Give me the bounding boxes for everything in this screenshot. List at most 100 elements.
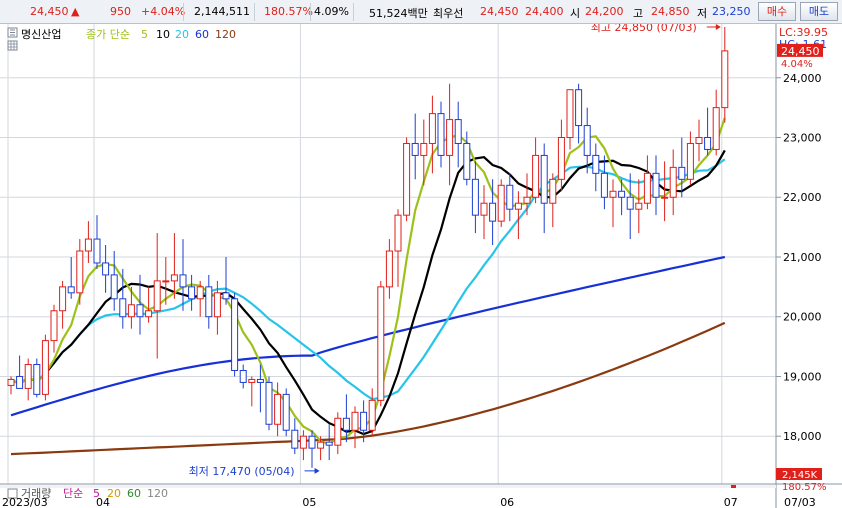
candle-body xyxy=(609,190,617,198)
candle-body xyxy=(205,286,213,318)
x-tick-label: 05 xyxy=(302,496,316,508)
grid-toggle-icon[interactable] xyxy=(7,40,18,51)
candle-body xyxy=(446,119,454,156)
volume-ma120: 120 xyxy=(147,487,168,500)
candle-body xyxy=(127,304,135,318)
candle-body xyxy=(678,166,686,180)
candle-body xyxy=(248,378,256,383)
candle-body xyxy=(506,184,514,210)
candle-body xyxy=(179,274,187,288)
y-tick-label: 23,000 xyxy=(783,132,822,145)
sell-button[interactable]: 매도 xyxy=(800,2,838,21)
high-label: 고 xyxy=(633,7,644,20)
candle-body xyxy=(360,411,368,431)
candle-body xyxy=(50,310,58,342)
candle-body xyxy=(145,310,153,318)
legend-ma120: 120 xyxy=(215,28,236,41)
candle-body xyxy=(213,292,221,318)
trade-amount: 51,524백만 xyxy=(369,7,428,20)
candle-body xyxy=(342,417,350,431)
best-ask-price: 24,450 xyxy=(480,5,519,18)
y-tick-label: 18,000 xyxy=(783,430,822,443)
candle-body xyxy=(540,154,548,204)
candle-body xyxy=(471,178,479,216)
volume: 2,144,511 xyxy=(194,5,250,18)
candle-body xyxy=(721,50,729,109)
candle-body xyxy=(222,292,230,300)
candle-body xyxy=(420,142,428,156)
low-annotation-text: 최저 17,470 (05/04) xyxy=(189,465,295,478)
candle-body xyxy=(351,411,359,431)
candle-body xyxy=(274,393,282,425)
candle-body xyxy=(411,142,419,156)
quote-bar: 24,450 ▲ 950 +4.04% 2,144,511 180.57% 4.… xyxy=(0,0,842,24)
x-tick-label: 06 xyxy=(500,496,514,508)
volume-ratio: 180.57% xyxy=(264,5,313,18)
current-price-label: 24,450 xyxy=(781,45,820,58)
current-change-label: 4.04% xyxy=(781,59,813,70)
turnover-rate: 4.09% xyxy=(314,5,349,18)
candle-body xyxy=(110,274,118,300)
stock-name: 명신산업 xyxy=(21,28,61,41)
volume-ma-prefix: 단순 xyxy=(63,487,83,500)
divider xyxy=(353,3,354,21)
best-bid-price: 24,400 xyxy=(525,5,564,18)
candle-body xyxy=(704,137,712,150)
y-tick-label: 19,000 xyxy=(783,370,822,383)
candle-body xyxy=(7,378,15,386)
candle-body xyxy=(16,375,24,389)
candle-body xyxy=(334,417,342,446)
volume-ratio-label: 180.57% xyxy=(782,482,827,493)
candle-body xyxy=(497,184,505,222)
candle-body xyxy=(592,154,600,174)
y-tick-label: 24,000 xyxy=(783,72,822,85)
candle-body xyxy=(265,381,273,425)
legend-ma5: 5 xyxy=(141,28,148,41)
candle-body xyxy=(368,399,376,431)
candle-body xyxy=(231,298,239,371)
candle-body xyxy=(428,113,436,144)
candle-body xyxy=(712,107,720,150)
legend-ma60: 60 xyxy=(195,28,209,41)
candle-body xyxy=(643,172,651,204)
candle-body xyxy=(377,286,385,401)
divider xyxy=(183,3,184,21)
candle-body xyxy=(532,154,540,198)
candle-body xyxy=(239,369,247,383)
candle-body xyxy=(557,137,565,180)
low-price: 23,250 xyxy=(712,5,751,18)
candle-body xyxy=(583,125,591,156)
candle-body xyxy=(618,190,626,198)
buy-button[interactable]: 매수 xyxy=(758,2,796,21)
candle-body xyxy=(437,113,445,156)
volume-last-label: 2,145K xyxy=(782,470,818,481)
price-chart[interactable]: 명신산업 종가 단순 5 10 20 60 120 LC:39.95 HC:-1… xyxy=(0,24,842,508)
current-price: 24,450 xyxy=(30,5,69,18)
candle-body xyxy=(686,142,694,180)
candle-body xyxy=(325,441,333,446)
candle-body xyxy=(84,238,92,252)
low-label: 저 xyxy=(697,7,708,20)
legend-prefix: 종가 단순 xyxy=(86,28,130,41)
volume-ma60: 60 xyxy=(127,487,141,500)
candle-body xyxy=(652,172,660,198)
candle-body xyxy=(635,202,643,210)
candle-body xyxy=(24,364,32,389)
candle-body xyxy=(403,142,411,216)
candle-body xyxy=(67,286,75,294)
divider xyxy=(254,3,255,21)
candle-body xyxy=(136,304,144,318)
candle-body xyxy=(600,172,608,198)
candle-body xyxy=(695,137,703,144)
candle-body xyxy=(256,378,264,383)
x-tick-label: 2023/03 xyxy=(2,496,48,508)
divider xyxy=(310,3,311,21)
candle-body xyxy=(153,280,161,312)
candle-body xyxy=(162,280,170,283)
up-arrow-icon: ▲ xyxy=(71,5,80,18)
candle-body xyxy=(549,178,557,204)
high-annotation-text: 최고 24,850 (07/03) xyxy=(591,24,697,34)
candle-body xyxy=(170,274,178,282)
y-tick-label: 21,000 xyxy=(783,251,822,264)
candle-body xyxy=(463,142,471,180)
